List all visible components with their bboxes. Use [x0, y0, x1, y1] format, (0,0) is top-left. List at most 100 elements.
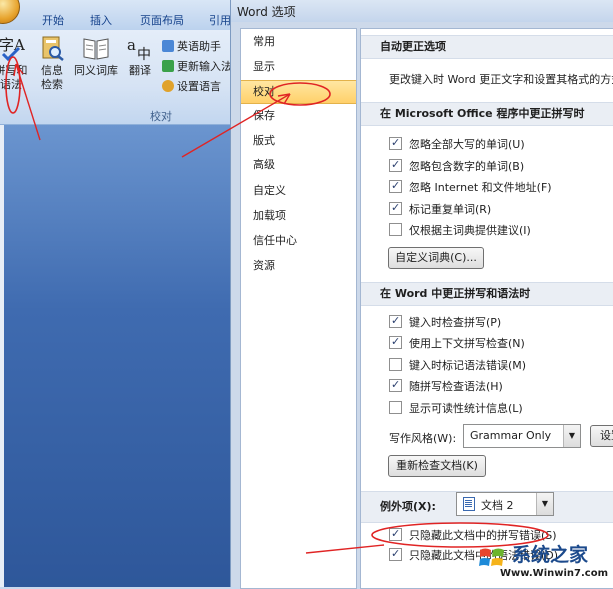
checkbox-box [389, 200, 402, 216]
nav-label: 保存 [253, 109, 275, 122]
nav-save[interactable]: 保存 [241, 105, 356, 127]
nav-label: 资源 [253, 259, 275, 272]
checkbox-label: 仅根据主词典提供建议(I) [409, 224, 531, 237]
set-language-button[interactable]: 设置语言 [162, 78, 221, 94]
svg-text:中: 中 [137, 47, 151, 62]
readability-stats-checkbox[interactable]: 显示可读性统计信息(L) [389, 401, 523, 417]
thesaurus-book-icon [83, 38, 109, 60]
document-icon [463, 497, 475, 511]
nav-popular[interactable]: 常用 [241, 31, 356, 53]
tab-references[interactable]: 引用 [209, 12, 231, 28]
nav-label: 校对 [253, 85, 275, 98]
checkbox-box [389, 546, 402, 562]
checkbox-label: 标记重复单词(R) [409, 203, 492, 216]
translate-button[interactable]: a 中 翻译 [124, 34, 156, 78]
custom-dictionaries-button[interactable]: 自定义词典(C)... [388, 247, 484, 269]
check-spelling-checkbox[interactable]: 键入时检查拼写(P) [389, 313, 502, 331]
nav-label: 常用 [253, 35, 275, 48]
thesaurus-button[interactable]: 同义词库 [72, 34, 120, 78]
checkbox-box [389, 223, 402, 236]
section-office-spelling: 在 Microsoft Office 程序中更正拼写时 [361, 102, 613, 126]
ignore-internet-checkbox[interactable]: 忽略 Internet 和文件地址(F) [389, 178, 552, 196]
chevron-down-icon: ▼ [563, 425, 580, 447]
nav-label: 显示 [253, 60, 275, 73]
nav-label: 加载项 [253, 209, 286, 222]
left-ruler [0, 125, 4, 587]
nav-layout[interactable]: 版式 [241, 130, 356, 152]
settings-button[interactable]: 设置 [590, 425, 613, 447]
spelling-grammar-label-1: 拼写和 [0, 64, 28, 77]
tab-page-layout[interactable]: 页面布局 [140, 12, 184, 28]
research-label-2: 检索 [41, 78, 63, 91]
update-ime-label: 更新输入法 [177, 60, 232, 73]
nav-resources[interactable]: 资源 [241, 255, 356, 277]
dialog-title: Word 选项 [237, 5, 296, 19]
spelling-grammar-label-2: 语法 [0, 78, 22, 91]
set-language-label: 设置语言 [177, 80, 221, 93]
section-title: 自动更正选项 [380, 40, 446, 53]
section-title: 在 Microsoft Office 程序中更正拼写时 [380, 107, 585, 120]
svg-text:字A: 字A [0, 36, 25, 54]
exceptions-document-select[interactable]: 文档 2 ▼ [456, 492, 554, 516]
checkbox-box [389, 334, 402, 350]
checkbox-label: 随拼写检查语法(H) [409, 380, 503, 393]
section-autocorrect: 自动更正选项 [361, 35, 613, 59]
tab-insert[interactable]: 插入 [90, 12, 112, 28]
nav-label: 自定义 [253, 184, 286, 197]
ribbon: 字A 拼写和 语法 信息 检索 同义词库 [0, 30, 240, 125]
nav-label: 版式 [253, 134, 275, 147]
nav-proofing[interactable]: 校对 [241, 80, 356, 104]
section-word-spelling: 在 Word 中更正拼写和语法时 [361, 282, 613, 306]
checkbox-box [389, 178, 402, 194]
dialog-titlebar: Word 选项 [231, 0, 613, 22]
writing-style-select[interactable]: Grammar Only ▼ [463, 424, 581, 448]
english-assistant-button[interactable]: 英语助手 [162, 38, 221, 54]
checkbox-label: 键入时标记语法错误(M) [409, 359, 527, 372]
exceptions-label: 例外项(X): [380, 500, 436, 513]
options-nav: 常用 显示 校对 保存 版式 高级 自定义 加载项 信任中心 资源 [240, 28, 357, 589]
checkbox-label: 键入时检查拼写(P) [409, 316, 502, 329]
checkbox-label: 忽略 Internet 和文件地址(F) [409, 181, 552, 194]
research-button[interactable]: 信息 检索 [36, 34, 68, 92]
nav-display[interactable]: 显示 [241, 56, 356, 78]
update-ime-button[interactable]: 更新输入法 [162, 58, 232, 74]
checkbox-box [389, 358, 402, 371]
ignore-numbers-checkbox[interactable]: 忽略包含数字的单词(B) [389, 157, 525, 175]
globe-icon [162, 80, 174, 92]
tab-home[interactable]: 开始 [42, 12, 64, 28]
checkbox-label: 使用上下文拼写检查(N) [409, 337, 525, 350]
watermark-url: Www.Winwin7.com [500, 568, 609, 579]
watermark: 系统之家 Www.Winwin7.com [478, 538, 613, 587]
nav-advanced[interactable]: 高级 [241, 154, 356, 176]
svg-text:a: a [127, 36, 136, 54]
checkbox-box [389, 401, 402, 414]
ignore-uppercase-checkbox[interactable]: 忽略全部大写的单词(U) [389, 135, 525, 153]
chevron-down-icon: ▼ [536, 493, 553, 515]
english-assistant-label: 英语助手 [177, 40, 221, 53]
exceptions-document-value: 文档 2 [463, 497, 514, 513]
checkbox-box [389, 526, 402, 542]
translate-label: 翻译 [129, 64, 151, 77]
watermark-title: 系统之家 [512, 544, 589, 566]
options-content: 自动更正选项 更改键入时 Word 更正文字和设置其格式的方式 在 Micros… [360, 28, 613, 589]
flag-repeated-checkbox[interactable]: 标记重复单词(R) [389, 200, 492, 218]
nav-customize[interactable]: 自定义 [241, 180, 356, 202]
checkbox-label: 忽略全部大写的单词(U) [409, 138, 525, 151]
main-dict-only-checkbox[interactable]: 仅根据主词典提供建议(I) [389, 223, 531, 239]
recheck-document-button[interactable]: 重新检查文档(K) [388, 455, 486, 477]
proofing-group-label: 校对 [150, 110, 172, 123]
checkbox-box [389, 135, 402, 151]
contextual-spelling-checkbox[interactable]: 使用上下文拼写检查(N) [389, 334, 525, 352]
writing-style-label: 写作风格(W): [389, 432, 457, 445]
research-label-1: 信息 [41, 64, 63, 77]
checkbox-label: 忽略包含数字的单词(B) [409, 160, 525, 173]
spelling-grammar-button[interactable]: 字A 拼写和 语法 [0, 34, 28, 92]
nav-trust-center[interactable]: 信任中心 [241, 230, 356, 252]
document-name: 文档 2 [481, 499, 514, 512]
nav-addins[interactable]: 加载项 [241, 205, 356, 227]
mark-grammar-checkbox[interactable]: 键入时标记语法错误(M) [389, 358, 526, 374]
check-grammar-checkbox[interactable]: 随拼写检查语法(H) [389, 377, 503, 395]
document-background [0, 125, 240, 587]
office-button[interactable] [0, 0, 20, 24]
checkbox-box [389, 377, 402, 393]
